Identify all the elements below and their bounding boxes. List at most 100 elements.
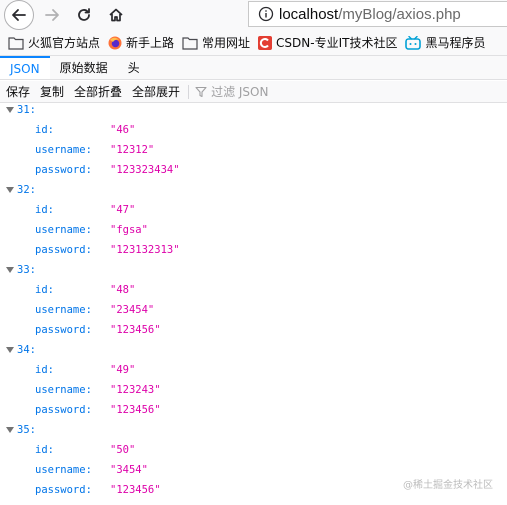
firefox-icon [108,36,122,50]
property-row[interactable]: username: "123243" [0,380,507,400]
expand-arrow-icon[interactable] [6,427,14,433]
property-row[interactable]: password: "123323434" [0,160,507,180]
forward-button[interactable] [38,1,66,29]
json-viewer-tabs: JSON 原始数据 头 [0,56,507,80]
property-value: "123243" [110,384,161,396]
object-row[interactable]: 34: [0,340,507,360]
property-key: password: [35,164,92,176]
object-row[interactable]: 32: [0,180,507,200]
property-row[interactable]: id: "48" [0,280,507,300]
bookmarks-bar: 火狐官方站点 新手上路 常用网址 CSDN-专业IT技术社区 黑马程序员 [0,30,507,56]
watermark: @稀土掘金技术社区 [403,480,493,491]
expand-all-button[interactable]: 全部展开 [128,83,184,101]
object-row[interactable]: 35: [0,420,507,440]
tab-raw-data[interactable]: 原始数据 [50,56,118,79]
bookmark-item[interactable]: 常用网址 [182,34,250,51]
object-key: 34: [17,344,36,356]
property-value: "123456" [110,324,161,336]
property-row[interactable]: id: "50" [0,440,507,460]
property-key: username: [35,224,92,236]
property-value: "fgsa" [110,224,148,236]
tab-json[interactable]: JSON [0,56,50,79]
url-bar[interactable]: localhost/myBlog/axios.php [248,1,507,27]
collapse-all-button[interactable]: 全部折叠 [70,83,126,101]
folder-icon [182,36,198,50]
property-key: id: [35,444,54,456]
property-key: id: [35,364,54,376]
filter-placeholder: 过滤 JSON [211,85,269,99]
property-key: password: [35,404,92,416]
property-value: "12312" [110,144,155,156]
property-value: "23454" [110,304,155,316]
bookmark-label: 黑马程序员 [425,36,486,50]
property-key: password: [35,244,92,256]
bookmark-item[interactable]: CSDN-专业IT技术社区 [258,34,397,51]
json-tree: 31: id: "46" username: "12312" password:… [0,103,507,505]
property-key: id: [35,204,54,216]
property-key: username: [35,384,92,396]
object-row[interactable]: 31: [0,103,507,120]
filter-icon [195,86,207,98]
folder-icon [8,36,24,50]
reload-icon [76,7,92,23]
property-key: username: [35,304,92,316]
reload-button[interactable] [70,1,98,29]
csdn-icon [258,35,273,50]
object-key: 32: [17,184,36,196]
property-value: "123132313" [110,244,180,256]
back-button[interactable] [4,0,34,30]
tab-headers[interactable]: 头 [118,56,150,79]
object-row[interactable]: 33: [0,260,507,280]
url-host: localhost [279,5,339,23]
property-row[interactable]: password: "123456" [0,400,507,420]
json-toolbar: 保存 复制 全部折叠 全部展开 过滤 JSON [0,81,507,103]
property-row[interactable]: username: "12312" [0,140,507,160]
home-button[interactable] [102,1,130,29]
filter-json-input[interactable]: 过滤 JSON [195,83,268,100]
property-value: "47" [110,204,136,216]
toolbar-divider [188,84,190,99]
object-key: 31: [17,104,36,116]
expand-arrow-icon[interactable] [6,107,14,113]
bookmark-label: 常用网址 [202,36,251,50]
property-key: username: [35,144,92,156]
property-value: "46" [110,124,136,136]
back-arrow-icon [11,7,27,23]
property-value: "123456" [110,404,161,416]
property-row[interactable]: username: "23454" [0,300,507,320]
property-key: id: [35,284,54,296]
bookmark-item[interactable]: 黑马程序员 [405,34,485,51]
url-path: /myBlog/axios.php [338,5,461,23]
property-key: password: [35,324,92,336]
forward-arrow-icon [44,7,60,23]
navigation-bar: localhost/myBlog/axios.php [0,0,507,30]
property-row[interactable]: id: "49" [0,360,507,380]
property-row[interactable]: password: "123132313" [0,240,507,260]
site-info-icon[interactable] [255,3,277,25]
property-value: "50" [110,444,136,456]
property-row[interactable]: id: "46" [0,120,507,140]
bookmark-item[interactable]: 火狐官方站点 [8,34,100,51]
property-value: "3454" [110,464,148,476]
property-row[interactable]: username: "fgsa" [0,220,507,240]
property-row[interactable]: id: "47" [0,200,507,220]
property-value: "123323434" [110,164,180,176]
expand-arrow-icon[interactable] [6,267,14,273]
object-key: 35: [17,424,36,436]
property-value: "123456" [110,484,161,496]
property-row[interactable]: password: "123456" [0,320,507,340]
url-text: localhost/myBlog/axios.php [279,6,461,23]
copy-button[interactable]: 复制 [36,83,68,101]
property-value: "49" [110,364,136,376]
bookmark-label: 火狐官方站点 [28,36,101,50]
bookmark-item[interactable]: 新手上路 [108,34,174,51]
property-key: username: [35,464,92,476]
bookmark-label: 新手上路 [126,36,175,50]
property-value: "48" [110,284,136,296]
expand-arrow-icon[interactable] [6,347,14,353]
bilibili-icon [405,35,422,50]
save-button[interactable]: 保存 [2,83,34,101]
home-icon [108,7,124,23]
expand-arrow-icon[interactable] [6,187,14,193]
bookmark-label: CSDN-专业IT技术社区 [276,36,398,50]
